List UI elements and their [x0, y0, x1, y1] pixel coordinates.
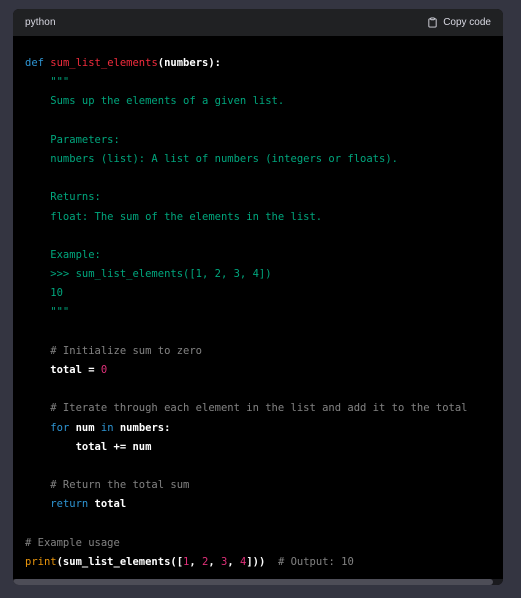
code-token: (numbers): [157, 57, 221, 69]
code-line: Returns: [25, 188, 503, 207]
code-token: """ [25, 306, 70, 319]
scrollbar-thumb[interactable] [13, 579, 493, 585]
code-token: num [69, 421, 101, 434]
code-line: print(sum_list_elements([1, 2, 3, 4])) #… [25, 553, 503, 572]
code-line: Example: [25, 246, 503, 265]
code-token: print [25, 555, 57, 568]
copy-code-label: Copy code [443, 17, 491, 28]
code-line: # Initialize sum to zero [25, 342, 503, 361]
code-token: total += num [25, 440, 152, 453]
code-token: , [227, 555, 240, 568]
code-token: total [88, 498, 127, 511]
code-token: numbers (list): A list of numbers (integ… [25, 152, 398, 165]
code-token: Example: [25, 248, 101, 261]
code-line: Sums up the elements of a given list. [25, 92, 503, 111]
code-token: return [50, 498, 89, 511]
code-token: >>> sum_list_elements([1, 2, 3, 4]) [25, 268, 272, 281]
code-token: def [25, 57, 44, 69]
language-label: python [25, 17, 56, 28]
code-content: def sum_list_elements(numbers): """ Sums… [13, 36, 503, 585]
code-token: (sum_list_elements([ [56, 555, 184, 568]
code-line: # Return the total sum [25, 476, 503, 495]
code-line: total += num [25, 438, 503, 457]
code-token: # Example usage [25, 536, 120, 549]
code-token: float: The sum of the elements in the li… [25, 210, 323, 223]
code-line: """ [25, 73, 503, 92]
code-token: sum_list_elements [50, 57, 158, 69]
code-line: >>> sum_list_elements([1, 2, 3, 4]) [25, 265, 503, 284]
code-header: python Copy code [13, 9, 503, 36]
code-token: Sums up the elements of a given list. [25, 95, 285, 108]
horizontal-scrollbar[interactable] [13, 579, 503, 585]
code-line: return total [25, 495, 503, 514]
code-line: # Iterate through each element in the li… [25, 399, 503, 418]
code-token: ])) [246, 555, 278, 568]
code-line: numbers (list): A list of numbers (integ… [25, 150, 503, 169]
code-token: # Iterate through each element in the li… [25, 402, 468, 415]
code-line: for num in numbers: [25, 419, 503, 438]
code-token: , [189, 555, 203, 568]
code-token: , [208, 555, 222, 568]
code-line: def sum_list_elements(numbers): [25, 54, 503, 73]
clipboard-icon [427, 17, 438, 28]
code-block: python Copy code def sum_list_elements(n… [13, 9, 503, 585]
code-token: Parameters: [25, 133, 120, 146]
code-token: # Initialize sum to zero [25, 344, 203, 357]
copy-code-button[interactable]: Copy code [427, 17, 491, 28]
code-token: in [100, 421, 114, 434]
code-token: """ [25, 76, 70, 89]
code-line: 10 [25, 284, 503, 303]
code-token: # Return the total sum [25, 479, 190, 492]
code-token: 0 [100, 364, 108, 376]
code-line: """ [25, 303, 503, 322]
code-token: for [50, 421, 70, 434]
code-line: Parameters: [25, 131, 503, 150]
code-line: # Example usage [25, 534, 503, 553]
code-line: float: The sum of the elements in the li… [25, 208, 503, 227]
code-token: 10 [25, 287, 63, 300]
code-token: numbers: [113, 421, 171, 434]
code-token: # Output: 10 [277, 555, 354, 568]
code-line: total = 0 [25, 361, 503, 380]
code-token: total = [25, 364, 101, 376]
code-token: Returns: [25, 191, 101, 204]
